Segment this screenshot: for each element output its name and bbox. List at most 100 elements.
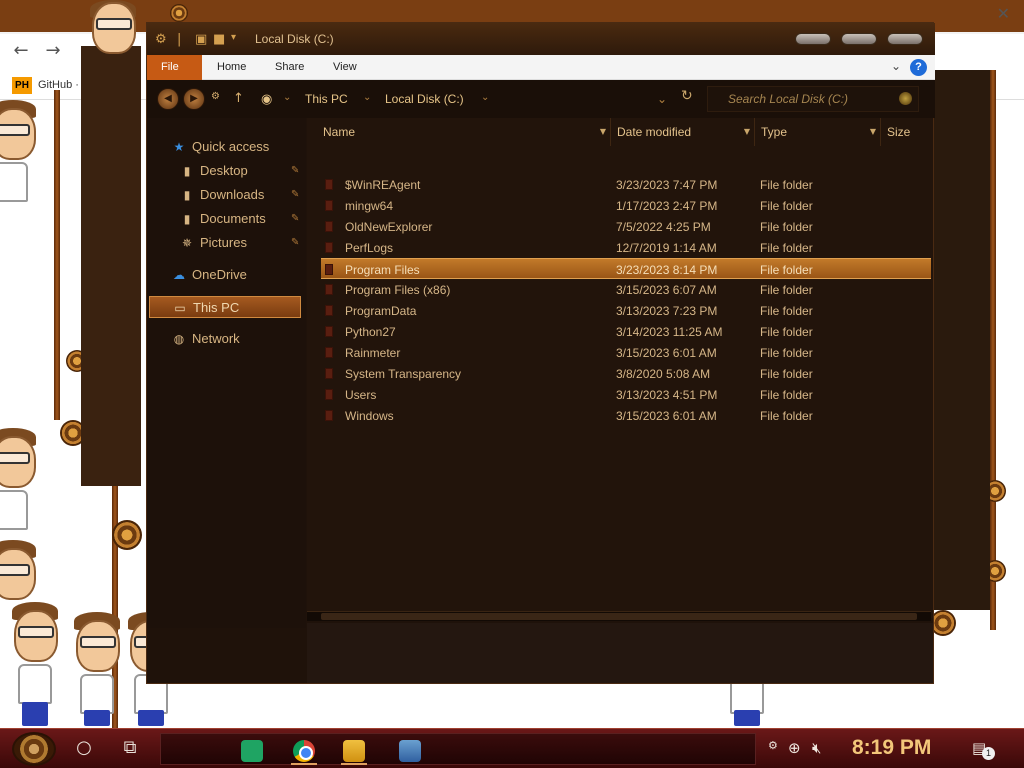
producthunt-bookmark-icon[interactable]: PH [12,77,32,94]
file-explorer-app-icon[interactable] [343,740,365,762]
search-icon[interactable] [899,92,912,105]
tab-share[interactable]: Share [261,55,318,80]
minimize-button[interactable] [795,33,831,45]
table-row[interactable]: Windows 3/15/2023 6:01 AM File folder [321,405,931,426]
table-row-selected[interactable]: Program Files 3/23/2023 8:14 PM File fol… [321,258,931,279]
cortana-circle-icon[interactable]: ○ [72,737,96,758]
start-button[interactable] [12,732,56,766]
cartoon-figure [72,612,122,726]
refresh-icon[interactable]: ↻ [681,88,693,104]
task-view-icon[interactable]: ⧉ [118,737,142,758]
gear-icon [170,4,188,22]
document-icon: ▮ [183,212,191,226]
table-row[interactable]: $WinREAgent 3/23/2023 7:47 PM File folde… [321,174,931,195]
background-panel [930,70,990,610]
nav-pictures[interactable]: ✵ Pictures ✎ [179,232,305,254]
nav-downloads[interactable]: ▮ Downloads ✎ [179,184,305,206]
photos-app-icon[interactable] [399,740,421,762]
properties-icon[interactable]: ▣ [195,32,207,47]
table-row[interactable]: OldNewExplorer 7/5/2022 4:25 PM File fol… [321,216,931,237]
address-bar[interactable]: ◉ ⌄ This PC ⌄ Local Disk (C:) ⌄ ⌄ [257,86,675,112]
breadcrumb-local-disk[interactable]: Local Disk (C:) [385,92,464,106]
nav-desktop[interactable]: ▮ Desktop ✎ [179,160,305,182]
folder-icon [325,179,333,190]
folder-icon [325,305,333,316]
table-row[interactable]: Program Files (x86) 3/15/2023 6:07 AM Fi… [321,279,931,300]
table-row[interactable]: PerfLogs 12/7/2019 1:14 AM File folder [321,237,931,258]
folder-icon [325,242,333,253]
column-header-type[interactable]: Type ▼ [757,118,881,146]
scrollbar-thumb[interactable] [321,613,917,620]
tab-file[interactable]: File [147,55,202,80]
column-header-date[interactable]: Date modified ▼ [613,118,755,146]
help-button[interactable]: ? [910,59,927,76]
recent-locations-icon[interactable]: ⚙ [211,91,220,102]
table-row[interactable]: ProgramData 3/13/2023 7:23 PM File folde… [321,300,931,321]
navigation-pane: ★ Quick access ▮ Desktop ✎ ▮ Downloads ✎ ▮ D… [147,118,306,628]
new-folder-icon[interactable]: ■ [213,32,225,47]
pin-icon: ✎ [291,189,300,200]
desktop-icon: ▮ [183,164,191,178]
gear-icon [112,520,142,550]
title-bar[interactable]: ⚙ | ▣ ■ ▾ Local Disk (C:) [147,23,935,55]
tab-home[interactable]: Home [203,55,260,80]
network-globe-icon[interactable]: ⊕ [788,739,801,757]
address-history-chevron-icon[interactable]: ⌄ [657,92,667,106]
folder-icon [325,347,333,358]
horizontal-scrollbar[interactable] [307,611,931,621]
breadcrumb-chevron-icon[interactable]: ⌄ [283,92,291,103]
sort-chevron-icon[interactable]: ▼ [870,118,876,146]
address-row: ◀ ▶ ⚙ ↑ ◉ ⌄ This PC ⌄ Local Disk (C:) ⌄ … [147,80,935,118]
search-input[interactable] [708,87,888,111]
nav-network[interactable]: ◍ Network [171,328,305,350]
back-button[interactable]: ◀ [157,88,179,110]
quick-access-separator-icon: | [177,32,182,47]
table-row[interactable]: Python27 3/14/2023 11:25 AM File folder [321,321,931,342]
decorative-pipe [990,70,996,630]
cartoon-figure [50,0,140,54]
table-row[interactable]: mingw64 1/17/2023 2:47 PM File folder [321,195,931,216]
back-arrow-icon[interactable]: ← [10,40,32,62]
nav-documents[interactable]: ▮ Documents ✎ [179,208,305,230]
sort-chevron-icon[interactable]: ▼ [744,118,750,146]
customize-toolbar-chevron-icon[interactable]: ▾ [231,32,236,43]
search-box[interactable] [707,86,919,112]
pin-icon: ✎ [291,213,300,224]
chrome-app-icon[interactable] [293,740,315,762]
nav-onedrive[interactable]: ☁ OneDrive [171,264,305,286]
volume-muted-icon[interactable]: 🔇︎ [812,739,821,757]
table-row[interactable]: System Transparency 3/8/2020 5:08 AM Fil… [321,363,931,384]
maximize-button[interactable] [841,33,877,45]
expand-ribbon-chevron-icon[interactable]: ⌄ [891,59,901,73]
column-header-name[interactable]: Name ▼ [321,118,611,146]
drive-globe-icon: ◉ [261,92,273,107]
table-row[interactable]: Users 3/13/2023 4:51 PM File folder [321,384,931,405]
taskbar-clock[interactable]: 8:19 PM [852,736,931,760]
folder-icon [325,410,333,421]
folder-icon [325,368,333,379]
close-button[interactable] [887,33,923,45]
active-app-indicator [341,763,367,765]
browser-close-icon[interactable]: ✕ [997,4,1010,23]
sheets-app-icon[interactable] [241,740,263,762]
tab-view[interactable]: View [319,55,371,80]
sort-chevron-icon[interactable]: ▼ [600,118,606,146]
breadcrumb-chevron-icon[interactable]: ⌄ [481,92,489,103]
taskbar-apps [160,733,756,765]
computer-icon: ▭ [174,301,186,315]
up-arrow-icon[interactable]: ↑ [233,91,244,106]
breadcrumb-chevron-icon[interactable]: ⌄ [363,92,371,103]
nav-quick-access[interactable]: ★ Quick access [171,136,305,158]
forward-button[interactable]: ▶ [183,88,205,110]
folder-icon [325,200,333,211]
show-hidden-icons-chevron-icon[interactable]: ⚙ [768,739,778,752]
active-app-indicator [291,763,317,765]
breadcrumb-this-pc[interactable]: This PC [305,92,348,106]
folder-icon [325,326,333,337]
taskbar: ○ ⧉ ⚙ ⊕ 🔇︎ 8:19 PM ▤ 1 [0,728,1024,768]
table-row[interactable]: Rainmeter 3/15/2023 6:01 AM File folder [321,342,931,363]
pin-icon: ✎ [291,165,300,176]
column-header-size[interactable]: Size [883,118,933,146]
folder-icon [325,264,333,275]
nav-this-pc[interactable]: ▭ This PC [149,296,301,318]
